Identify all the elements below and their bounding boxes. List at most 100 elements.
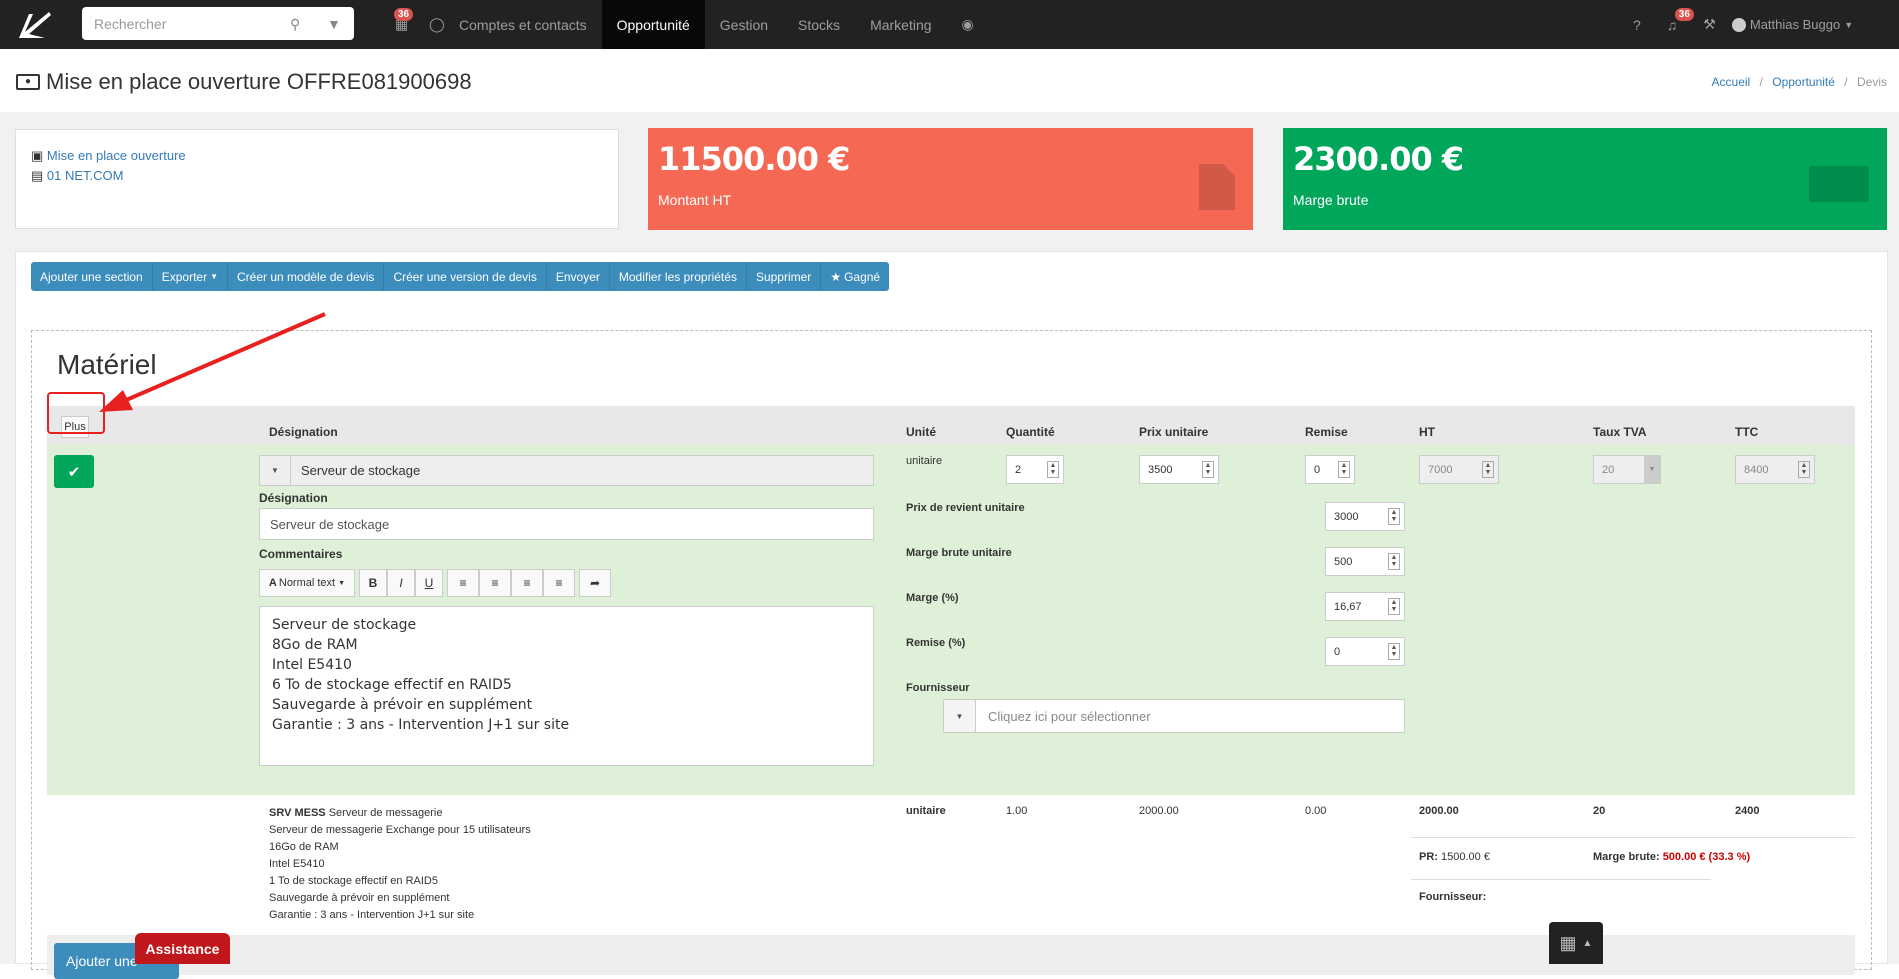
numbered-list-icon[interactable]: ≡ — [479, 569, 511, 597]
col-unite: Unité — [906, 425, 936, 439]
chevron-down-icon: ▼ — [1844, 19, 1854, 30]
margin-pct-label: Marge (%) — [906, 592, 959, 604]
text-style-dropdown[interactable]: A Normal text ▼ — [259, 569, 355, 597]
amount-label: Montant HT — [658, 192, 732, 208]
product-select[interactable]: ▼ Serveur de stockage — [259, 455, 874, 486]
unit-price-stepper[interactable]: 3500 ▲ ▼ — [1139, 455, 1219, 484]
unit-value: unitaire — [906, 455, 943, 467]
italic-button[interactable]: I — [387, 569, 415, 597]
comment-line: 8Go de RAM — [272, 637, 358, 653]
help-icon[interactable]: ? — [1625, 0, 1649, 49]
discount-pct-label: Remise (%) — [906, 637, 966, 649]
col-remise: Remise — [1305, 425, 1348, 439]
dashboard-icon[interactable]: ◉ — [947, 0, 989, 49]
underline-button[interactable]: U — [415, 569, 443, 597]
line-ttc: 2400 — [1735, 805, 1760, 817]
search-box[interactable]: Rechercher ⚲ ▼ — [82, 7, 354, 40]
calendar-widget[interactable]: ▦ ▲ — [1549, 922, 1603, 964]
notif-badge: 36 — [1674, 8, 1694, 21]
discount-pct-stepper[interactable]: 0 ▲ ▼ — [1325, 637, 1405, 666]
col-taux-tva: Taux TVA — [1593, 425, 1647, 439]
building-icon: ▤ — [31, 168, 47, 183]
supplier-select[interactable]: ▼ Cliquez ici pour sélectionner — [943, 699, 1405, 733]
assistance-button[interactable]: Assistance — [135, 933, 230, 964]
divider — [1411, 837, 1855, 838]
margin-unit-stepper[interactable]: 500 ▲ ▼ — [1325, 547, 1405, 576]
opportunity-link[interactable]: ▣ Mise en place ouverture — [31, 146, 603, 166]
bullet-list-icon[interactable]: ≡ — [447, 569, 479, 597]
calendar-badge: 36 — [394, 8, 414, 21]
user-menu[interactable]: Matthias Buggo ▼ — [1724, 0, 1861, 49]
idea-bulb-icon[interactable]: ◯ — [414, 0, 445, 49]
breadcrumb-opportunite[interactable]: Opportunité — [1772, 75, 1835, 89]
spinner-icon: ▲ ▼ — [1388, 643, 1400, 660]
chevron-up-icon: ▲ — [1582, 937, 1593, 949]
margin-label: Marge brute — [1293, 192, 1369, 208]
margin-pct-stepper[interactable]: 16,67 ▲ ▼ — [1325, 592, 1405, 621]
breadcrumb-devis: Devis — [1856, 75, 1887, 89]
vat-select[interactable]: 20 ▼ — [1593, 455, 1661, 484]
nav-stocks[interactable]: Stocks — [783, 0, 855, 49]
cost-stepper[interactable]: 3000 ▲ ▼ — [1325, 502, 1405, 531]
spinner-icon: ▲ ▼ — [1338, 461, 1350, 478]
create-template-button[interactable]: Créer un modèle de devis — [228, 262, 385, 291]
col-prix-unitaire: Prix unitaire — [1139, 425, 1209, 439]
nav-opportunite[interactable]: Opportunité — [601, 0, 705, 49]
line-unit: unitaire — [906, 805, 946, 817]
app-logo[interactable] — [0, 0, 70, 49]
spinner-icon: ▲ ▼ — [1798, 461, 1810, 478]
avatar — [1731, 17, 1746, 32]
export-button[interactable]: Exporter ▼ — [152, 262, 229, 291]
indent-icon[interactable]: ≡ — [543, 569, 575, 597]
edit-properties-button[interactable]: Modifier les propriétés — [609, 262, 747, 291]
line-margin: Marge brute: 500.00 € (33.3 %) — [1593, 851, 1751, 863]
comment-line: 6 To de stockage effectif en RAID5 — [272, 677, 512, 693]
user-name: Matthias Buggo — [1749, 17, 1841, 32]
calendar-icon[interactable]: ▦ 36 — [380, 0, 414, 49]
col-ttc: TTC — [1735, 425, 1759, 439]
col-ht: HT — [1419, 425, 1435, 439]
designation-input[interactable]: Serveur de stockage — [259, 508, 874, 540]
col-quantite: Quantité — [1006, 425, 1055, 439]
redo-icon[interactable]: ➦ — [579, 569, 611, 597]
filter-icon[interactable]: ▼ — [327, 16, 341, 32]
comment-line: Garantie : 3 ans - Intervention J+1 sur … — [272, 717, 570, 733]
table-row[interactable]: SRV MESS Serveur de messagerie Serveur d… — [47, 795, 1855, 935]
quantity-stepper[interactable]: 2 ▲ ▼ — [1006, 455, 1064, 484]
search-input[interactable]: Rechercher — [94, 16, 166, 32]
spinner-icon: ▲ ▼ — [1047, 461, 1059, 478]
amount-stat-box: 11500.00 € Montant HT — [648, 128, 1253, 230]
line-vat: 20 — [1593, 805, 1606, 817]
spinner-icon: ▲ ▼ — [1202, 461, 1214, 478]
chevron-down-icon: ▼ — [1644, 456, 1660, 483]
delete-button[interactable]: Supprimer — [746, 262, 822, 291]
cost-label: Prix de revient unitaire — [906, 502, 1025, 514]
amount-value: 11500.00 € — [658, 140, 850, 178]
bold-button[interactable]: B — [359, 569, 387, 597]
breadcrumb: Accueil / Opportunité / Devis — [1711, 75, 1887, 89]
section-container: Matériel Plus Désignation Unité Quantité… — [31, 330, 1872, 979]
discount-stepper[interactable]: 0 ▲ ▼ — [1305, 455, 1355, 484]
send-button[interactable]: Envoyer — [546, 262, 610, 291]
comments-editor[interactable]: Serveur de stockage 8Go de RAM Intel E54… — [259, 606, 874, 766]
comments-label: Commentaires — [259, 547, 343, 561]
create-version-button[interactable]: Créer une version de devis — [384, 262, 547, 291]
line-pr: PR: 1500.00 € — [1419, 851, 1490, 863]
breadcrumb-accueil[interactable]: Accueil — [1712, 75, 1751, 89]
won-button[interactable]: ★ Gagné — [821, 262, 890, 291]
bell-icon[interactable]: ♫ 36 — [1649, 0, 1696, 49]
company-link[interactable]: ▤ 01 NET.COM — [31, 166, 603, 186]
nav-comptes-contacts[interactable]: Comptes et contacts — [444, 0, 602, 49]
validate-check-button[interactable]: ✔ — [54, 455, 94, 488]
nav-marketing[interactable]: Marketing — [855, 0, 946, 49]
outdent-icon[interactable]: ≡ — [511, 569, 543, 597]
top-navbar: Rechercher ⚲ ▼ ▦ 36 ◯ Comptes et contacts… — [0, 0, 1899, 49]
margin-value: 2300.00 € — [1293, 140, 1464, 178]
add-section-button[interactable]: Ajouter une section — [31, 262, 153, 291]
search-icon[interactable]: ⚲ — [290, 16, 300, 33]
nav-gestion[interactable]: Gestion — [705, 0, 783, 49]
line-supplier-label: Fournisseur: — [1419, 891, 1487, 903]
margin-unit-label: Marge brute unitaire — [906, 547, 1012, 559]
page-content: ● Mise en place ouverture OFFRE081900698… — [0, 49, 1899, 979]
wrench-icon[interactable]: ⚒ — [1695, 0, 1724, 49]
